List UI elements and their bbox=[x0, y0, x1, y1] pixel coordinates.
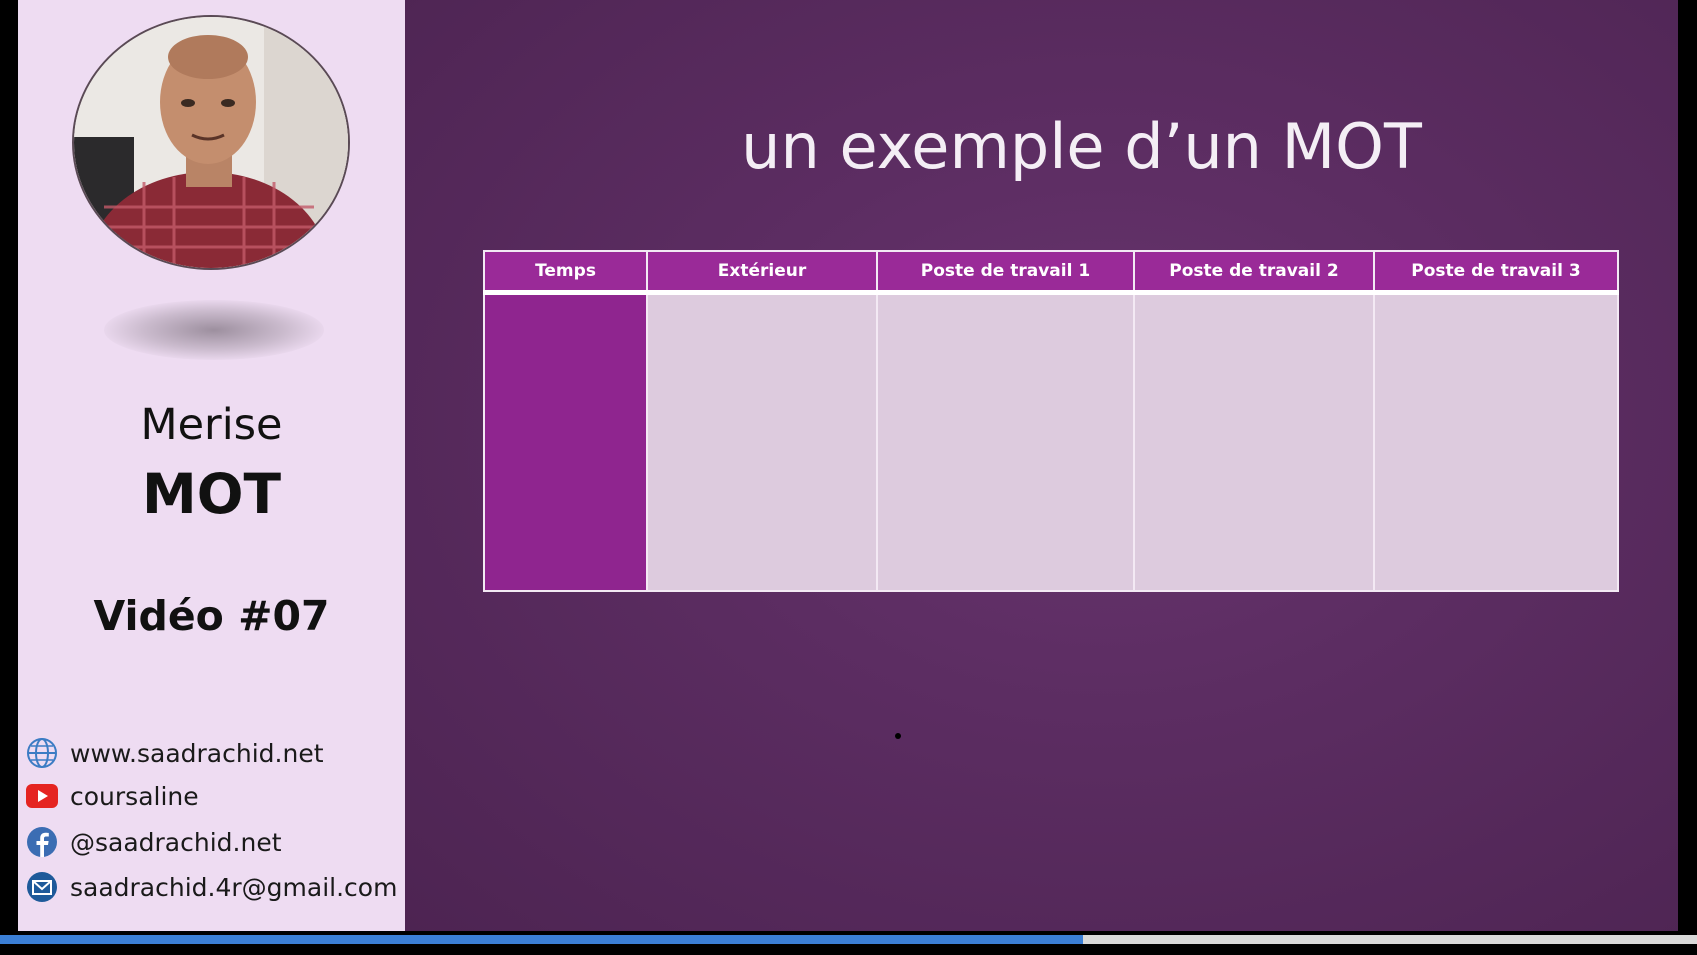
globe-icon bbox=[25, 736, 59, 770]
mouse-pointer-dot bbox=[895, 733, 901, 739]
contact-website: www.saadrachid.net bbox=[25, 736, 324, 770]
mail-icon bbox=[25, 870, 59, 904]
table-cell-poste-3 bbox=[1373, 291, 1619, 592]
video-progress-bar[interactable] bbox=[0, 935, 1697, 944]
facebook-icon bbox=[25, 825, 59, 859]
presenter-photo bbox=[74, 17, 348, 268]
table-cell-poste-1 bbox=[876, 291, 1135, 592]
facebook-text: @saadrachid.net bbox=[70, 827, 282, 857]
contact-youtube: coursaline bbox=[25, 779, 199, 813]
video-progress-fill bbox=[0, 935, 1083, 944]
column-header-temps: Temps bbox=[483, 250, 648, 295]
presenter-avatar bbox=[72, 15, 350, 270]
website-text: www.saadrachid.net bbox=[70, 738, 324, 768]
column-header-exterieur: Extérieur bbox=[646, 250, 878, 295]
mot-table: Temps Extérieur Poste de travail 1 Poste… bbox=[483, 250, 1619, 592]
slide: un exemple d’un MOT Temps Extérieur Post… bbox=[405, 0, 1678, 931]
column-header-poste-1: Poste de travail 1 bbox=[876, 250, 1135, 295]
contact-facebook: @saadrachid.net bbox=[25, 825, 282, 859]
avatar-shadow bbox=[104, 300, 324, 360]
video-number: Vidéo #07 bbox=[93, 592, 330, 640]
course-name: Merise bbox=[140, 400, 283, 450]
presenter-sidebar: Merise MOT Vidéo #07 www.saadrachid.net bbox=[18, 0, 405, 931]
course-topic: MOT bbox=[141, 462, 281, 526]
table-cell-poste-2 bbox=[1133, 291, 1375, 592]
contact-email: saadrachid.4r@gmail.com bbox=[25, 870, 397, 904]
table-cell-exterieur bbox=[646, 291, 878, 592]
column-header-poste-2: Poste de travail 2 bbox=[1133, 250, 1375, 295]
column-header-poste-3: Poste de travail 3 bbox=[1373, 250, 1619, 295]
video-frame: Merise MOT Vidéo #07 www.saadrachid.net bbox=[0, 0, 1697, 955]
youtube-text: coursaline bbox=[70, 781, 199, 811]
table-cell-temps bbox=[483, 291, 648, 592]
table-row bbox=[483, 291, 1619, 592]
table-header-row: Temps Extérieur Poste de travail 1 Poste… bbox=[483, 250, 1619, 295]
youtube-icon bbox=[25, 779, 59, 813]
slide-title: un exemple d’un MOT bbox=[741, 110, 1422, 183]
email-text: saadrachid.4r@gmail.com bbox=[70, 872, 398, 902]
